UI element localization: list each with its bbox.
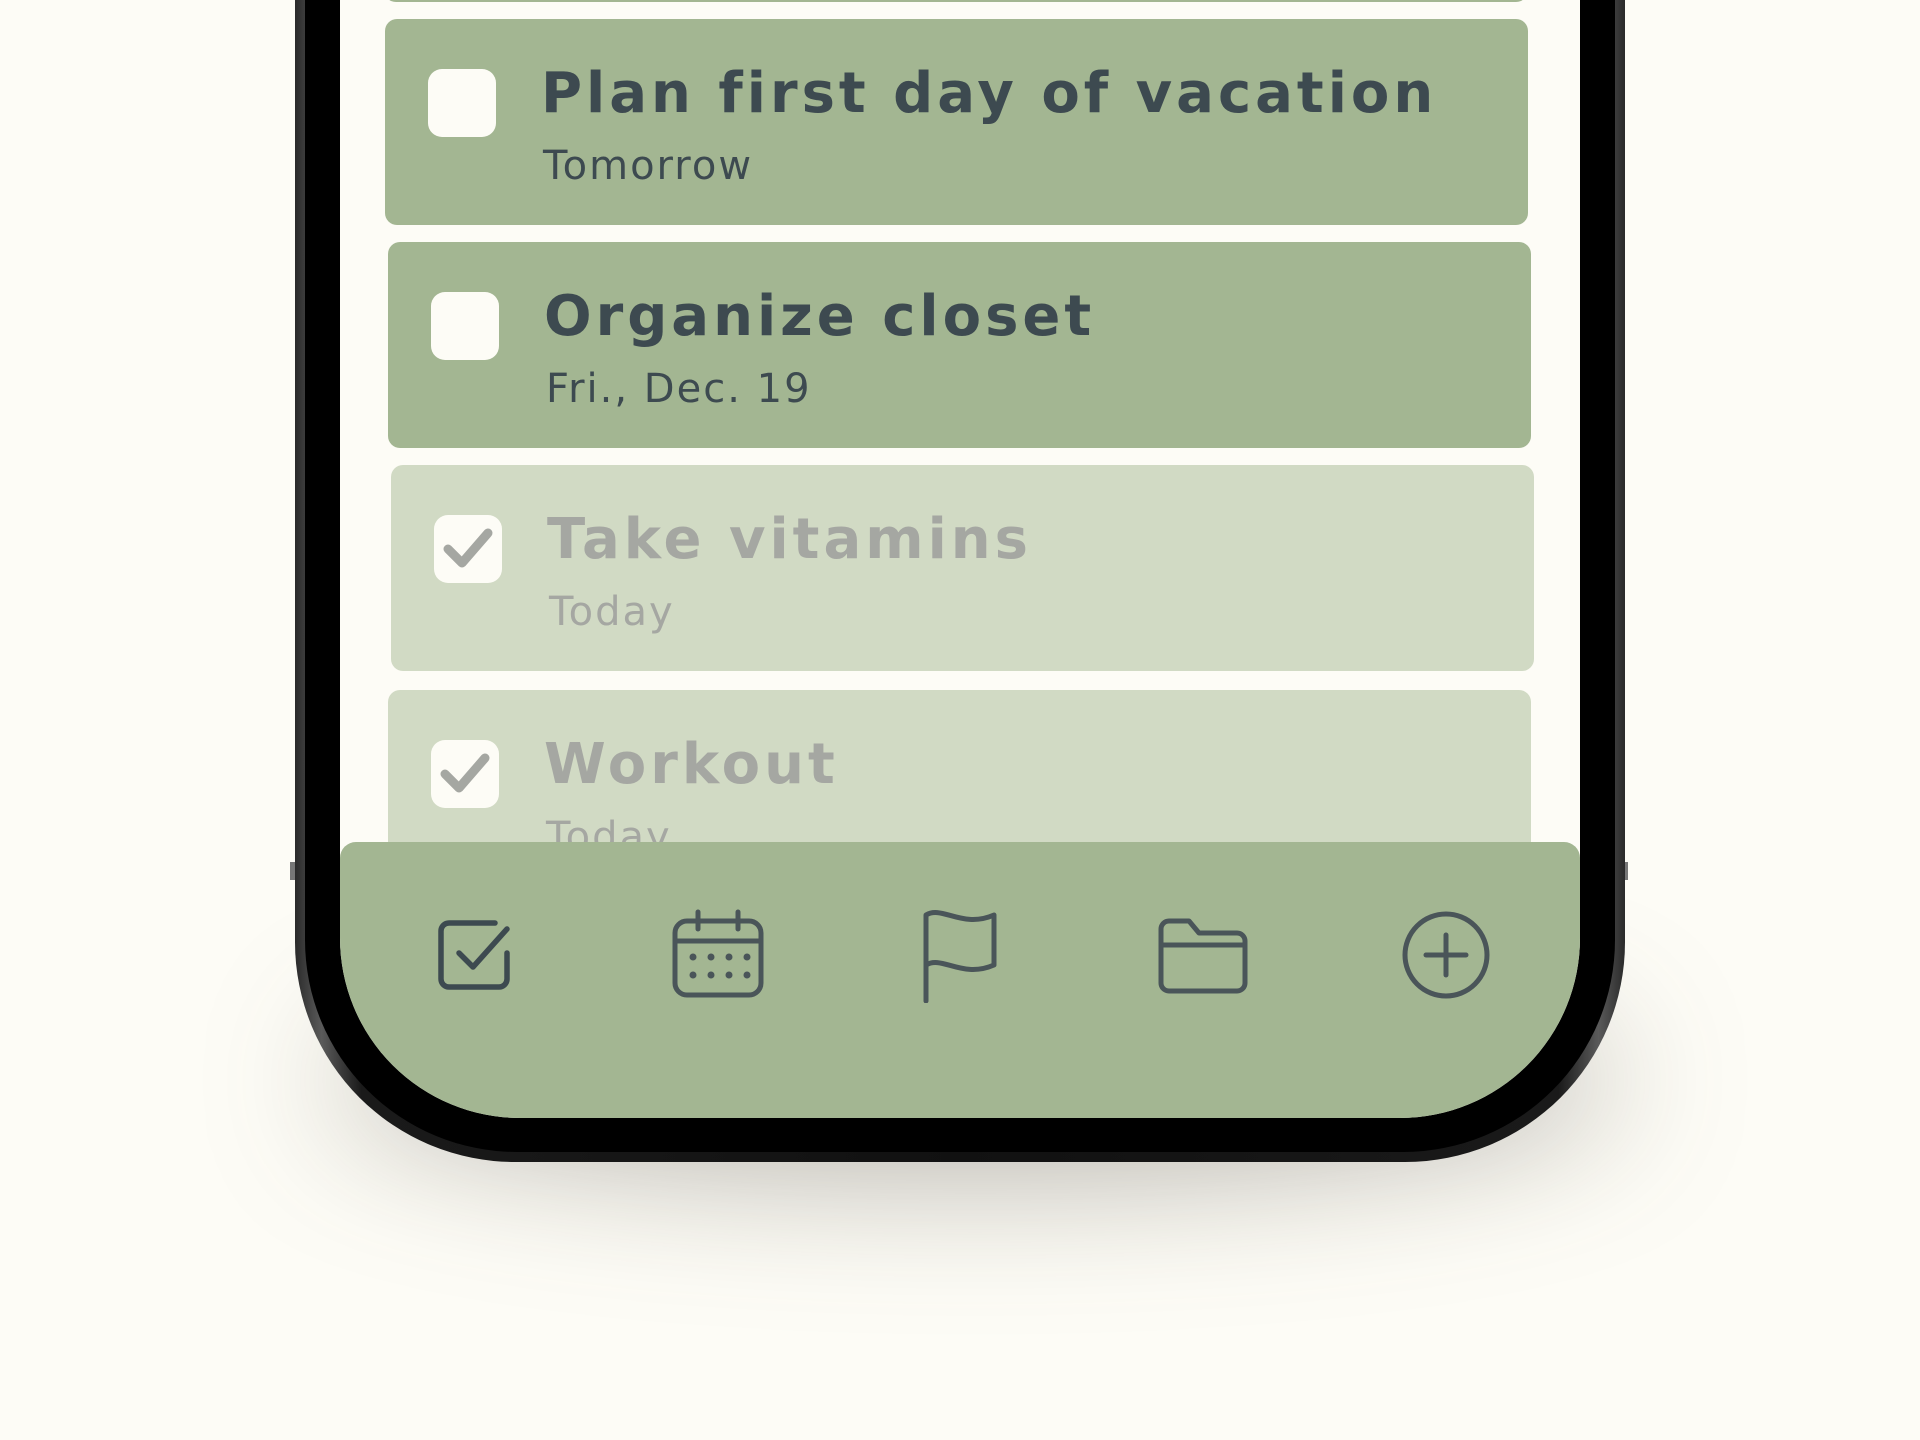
task-checkbox-checked[interactable] xyxy=(434,515,502,583)
flag-icon xyxy=(923,910,997,1003)
bottom-tab-bar xyxy=(340,842,1580,1118)
tab-tasks[interactable] xyxy=(427,907,523,1003)
task-card[interactable]: Organize closet Fri., Dec. 19 xyxy=(388,242,1531,448)
task-due-date: Fri., Dec. 19 xyxy=(546,366,812,412)
task-checkbox[interactable] xyxy=(431,292,499,360)
task-due-date: Tomorrow xyxy=(543,143,754,189)
task-title: Workout xyxy=(544,732,839,797)
task-card-partial[interactable] xyxy=(384,0,1528,2)
tab-calendar[interactable] xyxy=(670,907,766,1003)
task-card-completed[interactable]: Take vitamins Today xyxy=(391,465,1534,671)
task-due-date: Today xyxy=(549,589,675,635)
calendar-icon xyxy=(672,909,764,998)
phone-screen: Plan first day of vacation Tomorrow Orga… xyxy=(340,0,1580,1118)
tab-folders[interactable] xyxy=(1155,907,1251,1003)
task-title: Take vitamins xyxy=(547,507,1032,572)
task-card[interactable]: Plan first day of vacation Tomorrow xyxy=(385,19,1528,225)
tab-flagged[interactable] xyxy=(912,907,1008,1003)
plus-circle-icon xyxy=(1402,911,1490,999)
stage: Plan first day of vacation Tomorrow Orga… xyxy=(0,0,1920,1440)
checkmark-icon xyxy=(443,528,493,568)
checkmark-icon xyxy=(440,753,490,793)
folder-icon xyxy=(1158,918,1248,994)
task-checkbox[interactable] xyxy=(428,69,496,137)
checkbox-check-icon xyxy=(438,920,510,990)
task-checkbox-checked[interactable] xyxy=(431,740,499,808)
tab-add[interactable] xyxy=(1398,907,1494,1003)
task-title: Organize closet xyxy=(544,284,1096,349)
task-title: Plan first day of vacation xyxy=(541,61,1438,126)
